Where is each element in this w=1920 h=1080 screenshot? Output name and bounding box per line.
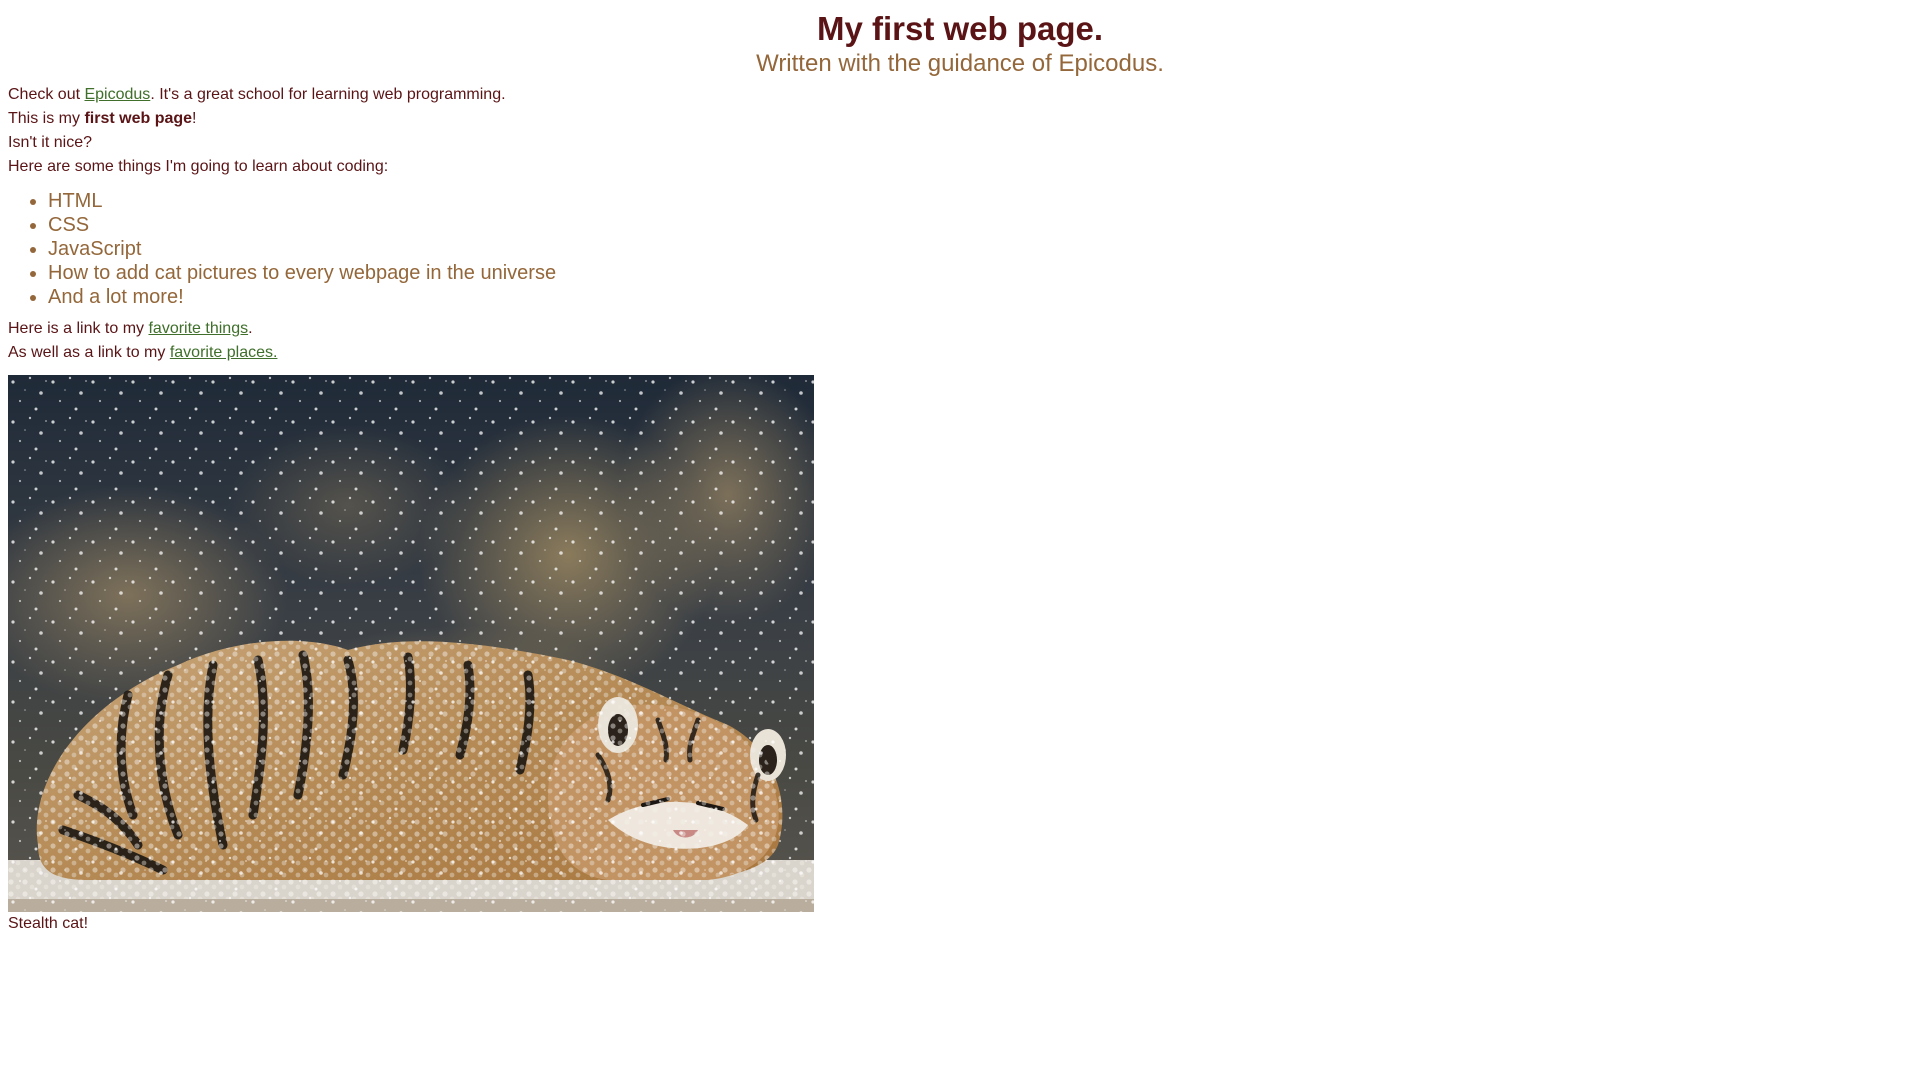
favorite-places-link[interactable]: favorite places. — [170, 344, 278, 361]
favorite-things-link[interactable]: favorite things — [148, 320, 248, 337]
page-content: My first web page. Written with the guid… — [8, 0, 1912, 936]
nice-line: Isn't it nice? — [8, 134, 92, 151]
favorite-things-line: Here is a link to my favorite things. — [8, 317, 1912, 341]
page-subtitle: Written with the guidance of Epicodus. — [756, 50, 1164, 77]
line2-prefix: This is my — [8, 110, 85, 127]
list-item: CSS — [48, 213, 1912, 237]
learn-list: HTML CSS JavaScript How to add cat pictu… — [8, 189, 1912, 309]
list-item: HTML — [48, 189, 1912, 213]
first-page-line: This is my first web page! — [8, 107, 1912, 131]
favorite-places-line: As well as a link to my favorite places. — [8, 341, 1912, 365]
favorite-things-prefix: Here is a link to my — [8, 320, 149, 337]
epicodus-link[interactable]: Epicodus — [84, 86, 150, 103]
line2-suffix: ! — [192, 110, 197, 127]
tiger-image — [8, 375, 814, 912]
list-item: How to add cat pictures to every webpage… — [48, 261, 1912, 285]
intro-suffix: . It's a great school for learning web p… — [150, 86, 506, 103]
intro-line: Check out Epicodus. It's a great school … — [8, 83, 1912, 107]
page-title: My first web page. — [816, 10, 1104, 47]
intro-prefix: Check out — [8, 86, 85, 103]
favorite-things-suffix: . — [248, 320, 253, 337]
first-web-page-bold: first web page — [84, 110, 193, 127]
image-caption: Stealth cat! — [8, 915, 89, 932]
list-item: JavaScript — [48, 237, 1912, 261]
list-item: And a lot more! — [48, 285, 1912, 309]
learn-intro-line: Here are some things I'm going to learn … — [8, 158, 389, 175]
favorite-places-prefix: As well as a link to my — [8, 344, 170, 361]
